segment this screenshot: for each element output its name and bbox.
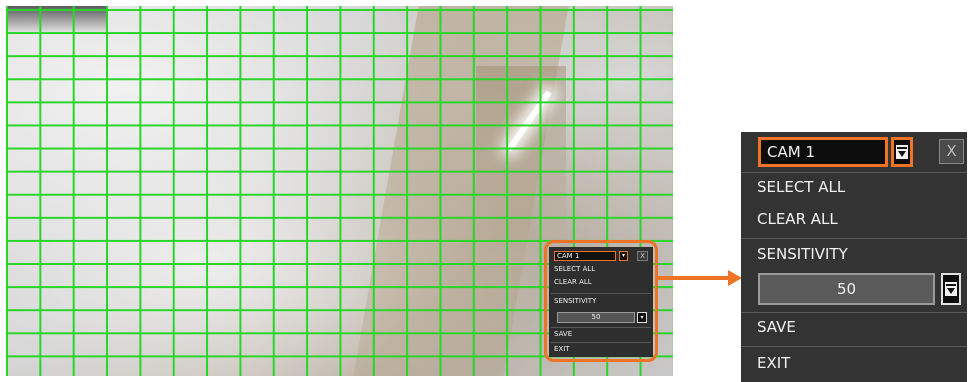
mini-sensitivity-dropdown-icon[interactable]: ▾ [637, 312, 647, 323]
camera-select[interactable]: CAM 1 [758, 137, 888, 167]
camera-dropdown-button[interactable] [891, 137, 913, 167]
mini-clear-all[interactable]: CLEAR ALL [554, 278, 592, 286]
mini-separator [551, 327, 651, 328]
separator [741, 312, 967, 313]
exit-button[interactable]: EXIT [757, 353, 790, 373]
motion-menu-panel: CAM 1 X SELECT ALL CLEAR ALL SENSITIVITY… [741, 132, 967, 382]
dropdown-arrow-icon [896, 145, 908, 159]
separator [741, 172, 967, 173]
sensitivity-dropdown-button[interactable] [941, 273, 961, 305]
select-all-button[interactable]: SELECT ALL [757, 177, 845, 197]
callout-arrow-head-icon [728, 270, 742, 286]
close-button[interactable]: X [939, 139, 964, 164]
mini-save[interactable]: SAVE [554, 330, 572, 338]
camera-view[interactable]: CAM 1 ▾ X SELECT ALL CLEAR ALL SENSITIVI… [6, 6, 673, 376]
mini-separator [551, 293, 651, 294]
dropdown-arrow-icon [945, 282, 957, 296]
mini-select-all[interactable]: SELECT ALL [554, 265, 595, 273]
mini-sensitivity-label: SENSITIVITY [554, 297, 597, 305]
callout-arrow-line [658, 276, 730, 280]
separator [741, 346, 967, 347]
mini-dropdown-arrow-icon[interactable]: ▾ [619, 251, 628, 261]
mini-separator [551, 342, 651, 343]
mini-close-button[interactable]: X [637, 251, 648, 261]
mini-motion-menu: CAM 1 ▾ X SELECT ALL CLEAR ALL SENSITIVI… [549, 247, 653, 357]
mini-camera-select[interactable]: CAM 1 [554, 251, 616, 261]
sensitivity-value[interactable]: 50 [758, 273, 935, 305]
mini-sensitivity-value[interactable]: 50 [557, 312, 635, 323]
separator [741, 238, 967, 239]
mini-exit[interactable]: EXIT [554, 345, 570, 353]
save-button[interactable]: SAVE [757, 317, 796, 337]
sensitivity-label: SENSITIVITY [757, 245, 848, 263]
clear-all-button[interactable]: CLEAR ALL [757, 209, 838, 229]
